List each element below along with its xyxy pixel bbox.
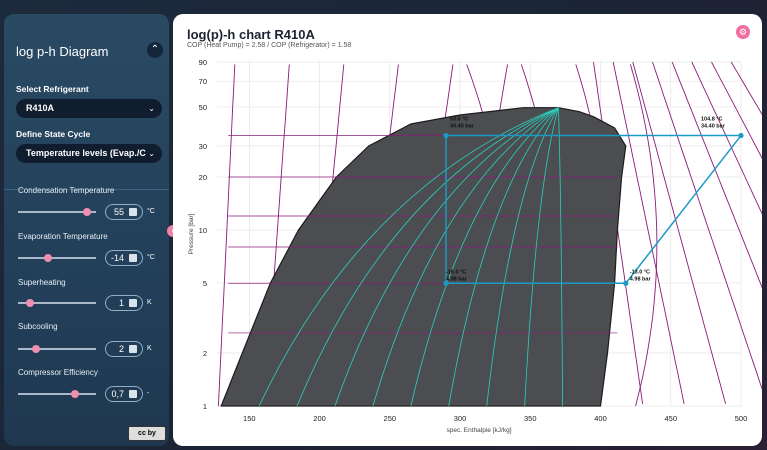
cycle-select[interactable]: Temperature levels (Evap./C ⌄ [16,144,162,163]
spinner-icon[interactable] [129,345,137,353]
isotherm-line [632,61,727,405]
subcooling-slider[interactable] [18,345,96,353]
unit-label: K [147,299,152,306]
cycle-point-label: 53.0 °C [450,117,468,123]
x-axis-label: spec. Enthalpie [kJ/kg] [446,427,511,434]
unit-label: - [147,390,150,397]
chart-panel: log(p)-h chart R410A COP (Heat Pump) = 2… [173,14,762,446]
cycle-point[interactable] [738,132,744,139]
x-tick-label: 200 [313,414,326,423]
cycle-point[interactable] [443,132,449,139]
cycle-point-label: -16.0 °C [446,269,466,275]
cycle-point-label: -13.0 °C [630,269,650,275]
slider-knob[interactable] [31,345,40,353]
select-refrigerant-label: Select Refrigerant [16,84,89,94]
define-state-cycle-label: Define State Cycle [16,129,91,139]
compressor-efficiency-label: Compressor Efficiency [18,368,98,377]
y-tick-label: 90 [199,58,207,67]
x-tick-label: 400 [594,414,607,423]
cycle-point-label: 34.40 bar [701,124,726,130]
slider-knob[interactable] [70,390,79,398]
subcooling-input[interactable]: 2 [105,341,143,357]
isotherm-line [730,61,762,116]
chevron-down-icon: ⌄ [148,149,155,158]
cycle-point[interactable] [623,280,629,286]
y-tick-label: 10 [199,226,207,235]
y-tick-label: 20 [199,173,207,182]
superheating-label: Superheating [18,278,66,287]
isotherm-line [629,64,658,407]
chevron-down-icon: ⌄ [148,104,155,113]
cc-license-badge[interactable]: cc by [128,426,166,441]
spinner-icon[interactable] [129,208,137,216]
y-axis-label: Pressure [bar] [188,213,195,254]
refrigerant-value: R410A [26,103,55,113]
cycle-point-label: 104.8 °C [701,117,722,123]
sidebar: log p-h Diagram ⌃ Select Refrigerant R41… [4,14,169,446]
collapse-button[interactable]: ⌃ [147,42,163,58]
isotherm-line [711,61,762,159]
x-tick-label: 350 [524,414,537,423]
x-tick-label: 150 [243,414,256,423]
cycle-point-label: 4.98 bar [446,276,468,282]
chevron-up-icon: ⌃ [150,44,160,55]
isotherm-line [217,64,236,407]
sidebar-title: log p-h Diagram [16,44,109,59]
ph-chart[interactable]: 1 2 5 10 20 30 50 70 90 150 200 250 300 350 400 450 500 5… [173,14,762,446]
spinner-icon[interactable] [129,390,137,398]
y-tick-label: 5 [203,279,207,288]
y-tick-label: 50 [199,103,207,112]
y-tick-label: 2 [203,349,207,358]
y-tick-label: 1 [203,402,207,411]
cycle-point-label: 34.40 bar [450,124,475,130]
slider-knob[interactable] [26,299,35,307]
condensation-temp-input[interactable]: 55 [105,204,143,220]
unit-label: K [147,345,152,352]
isotherm-line [691,61,762,215]
x-tick-label: 300 [454,414,467,423]
condensation-temp-label: Condensation Temperature [18,186,115,195]
slider-knob[interactable] [43,254,52,262]
compressor-efficiency-input[interactable]: 0,7 [105,386,143,402]
cycle-value: Temperature levels (Evap./C [26,148,146,158]
x-tick-label: 500 [735,414,748,423]
y-tick-label: 30 [199,142,207,151]
y-tick-label: 70 [199,77,207,86]
slider-knob[interactable] [82,208,91,216]
unit-label: °C [147,254,155,261]
x-tick-label: 450 [665,414,678,423]
unit-label: °C [147,208,155,215]
evaporation-temp-slider[interactable] [18,254,96,262]
subcooling-label: Subcooling [18,322,58,331]
x-tick-label: 250 [384,414,397,423]
cycle-point-label: 4.98 bar [630,276,652,282]
evaporation-temp-input[interactable]: -14 [105,250,143,266]
isotherm-line [652,61,762,391]
isotherm-line [612,61,685,404]
isotherm-line [671,61,762,289]
spinner-icon[interactable] [129,299,137,307]
evaporation-temp-label: Evaporation Temperature [18,232,108,241]
spinner-icon[interactable] [129,254,137,262]
superheating-input[interactable]: 1 [105,295,143,311]
condensation-temp-slider[interactable] [18,208,96,216]
compressor-efficiency-slider[interactable] [18,390,96,398]
superheating-slider[interactable] [18,299,96,307]
refrigerant-select[interactable]: R410A ⌄ [16,99,162,118]
